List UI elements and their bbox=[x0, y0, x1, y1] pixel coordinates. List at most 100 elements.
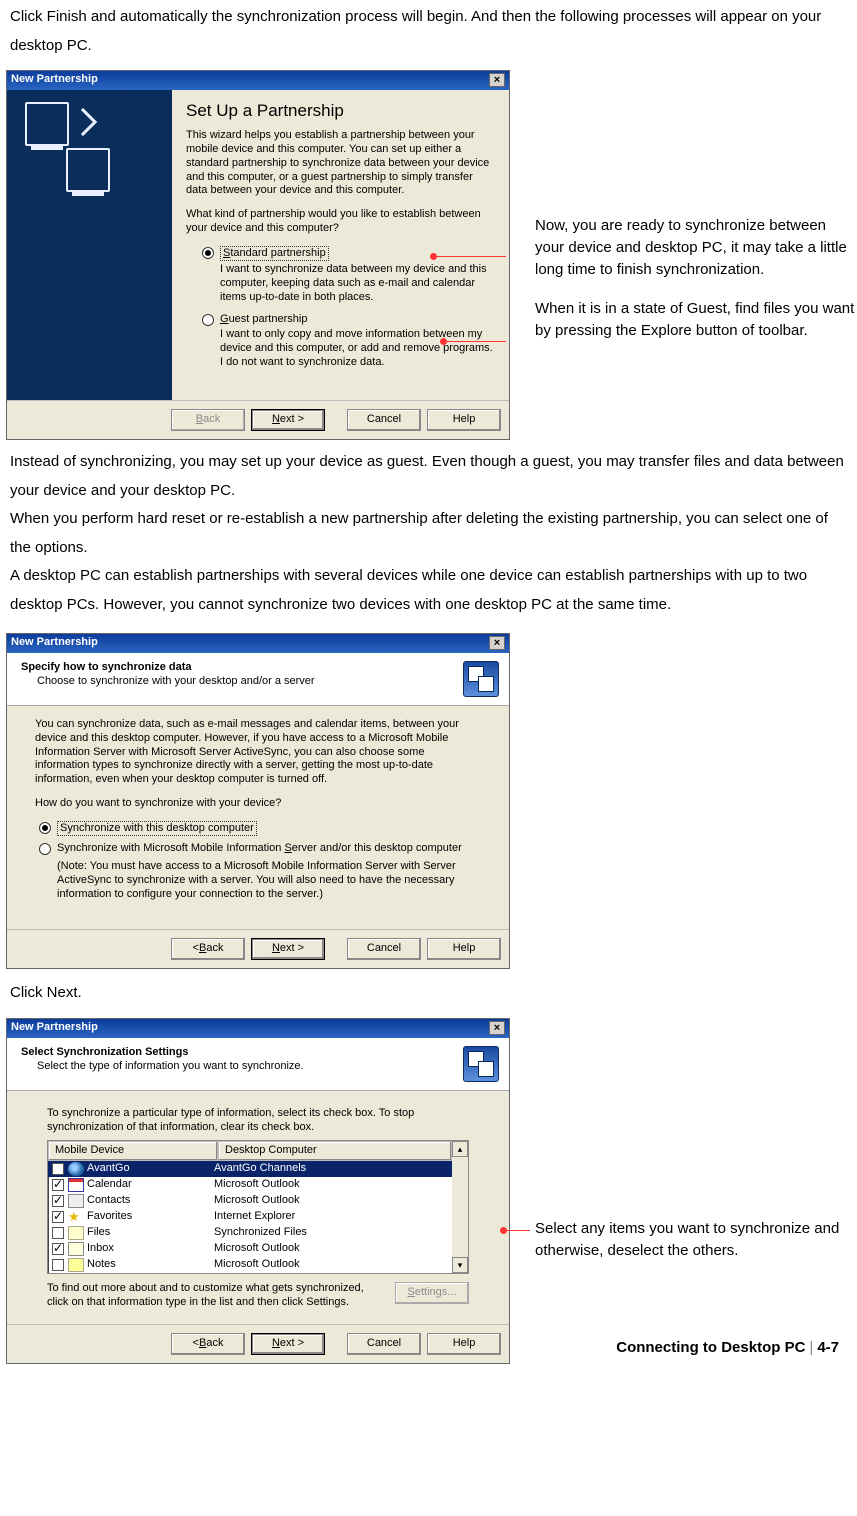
checkbox[interactable] bbox=[52, 1179, 64, 1191]
intro-paragraph: Click Finish and automatically the synch… bbox=[0, 3, 857, 70]
sync-icon bbox=[463, 1046, 499, 1082]
item-name: AvantGo bbox=[87, 1162, 130, 1176]
item-desktop: Microsoft Outlook bbox=[214, 1258, 448, 1272]
sync-note: (Note: You must have access to a Microso… bbox=[57, 860, 481, 901]
scrollbar[interactable]: ▴ ▾ bbox=[452, 1141, 468, 1273]
paragraph-3: When you perform hard reset or re-establ… bbox=[10, 505, 847, 562]
item-desktop: AvantGo Channels bbox=[214, 1162, 448, 1176]
leader-line bbox=[446, 341, 506, 342]
checkbox[interactable] bbox=[52, 1243, 64, 1255]
radio-standard-desc: I want to synchronize data between my de… bbox=[220, 263, 497, 304]
item-desktop: Internet Explorer bbox=[214, 1210, 448, 1224]
callout-sync-ready: Now, you are ready to synchronize betwee… bbox=[535, 215, 857, 280]
page-footer: Connecting to Desktop PC | 4-7 bbox=[0, 1334, 857, 1363]
star-icon: ★ bbox=[68, 1210, 84, 1224]
close-icon[interactable]: × bbox=[489, 636, 505, 650]
dialog-title: New Partnership bbox=[11, 636, 98, 650]
radio-sync-server[interactable]: Synchronize with Microsoft Mobile Inform… bbox=[39, 842, 481, 856]
close-icon[interactable]: × bbox=[489, 1021, 505, 1035]
checkbox[interactable] bbox=[52, 1211, 64, 1223]
list-item[interactable]: Files Synchronized Files bbox=[48, 1225, 452, 1241]
checkbox[interactable] bbox=[52, 1163, 64, 1175]
list-item[interactable]: ★Favorites Internet Explorer bbox=[48, 1209, 452, 1225]
callout-select-items: Select any items you want to synchronize… bbox=[535, 1218, 857, 1262]
col-mobile-device: Mobile Device bbox=[48, 1141, 218, 1161]
leader-line bbox=[436, 256, 506, 257]
dialog-sync-settings: New Partnership × Select Synchronization… bbox=[6, 1018, 510, 1364]
radio-guest-partnership[interactable]: Guest partnership bbox=[202, 313, 497, 327]
contact-icon bbox=[68, 1194, 84, 1208]
item-name: Notes bbox=[87, 1258, 116, 1272]
checkbox[interactable] bbox=[52, 1195, 64, 1207]
item-name: Favorites bbox=[87, 1210, 132, 1224]
notes-icon bbox=[68, 1258, 84, 1272]
next-button[interactable]: Next > bbox=[251, 409, 325, 431]
settings-hint: To find out more about and to customize … bbox=[47, 1282, 383, 1310]
wizard-question: What kind of partnership would you like … bbox=[186, 208, 497, 236]
footer-page-number: 4-7 bbox=[817, 1334, 839, 1363]
wizard-subheading: Select the type of information you want … bbox=[37, 1060, 304, 1074]
sync-items-list[interactable]: Mobile Device Desktop Computer AvantGoAv… bbox=[47, 1140, 469, 1274]
dialog-title: New Partnership bbox=[11, 73, 98, 87]
item-name: Files bbox=[87, 1226, 110, 1240]
titlebar: New Partnership × bbox=[7, 1019, 509, 1038]
list-header: Mobile Device Desktop Computer bbox=[48, 1141, 452, 1161]
titlebar: New Partnership × bbox=[7, 71, 509, 90]
list-item[interactable]: AvantGo AvantGo Channels bbox=[48, 1161, 452, 1177]
back-button[interactable]: Back bbox=[171, 409, 245, 431]
wizard-heading: Specify how to synchronize data bbox=[21, 661, 315, 675]
wizard-subheading: Choose to synchronize with your desktop … bbox=[37, 675, 315, 689]
scroll-down-icon[interactable]: ▾ bbox=[452, 1257, 468, 1273]
radio-standard-partnership[interactable]: Standard partnership bbox=[202, 246, 497, 262]
radio-dot-icon bbox=[39, 822, 51, 834]
next-button[interactable]: Next > bbox=[251, 938, 325, 960]
item-name: Contacts bbox=[87, 1194, 130, 1208]
checkbox[interactable] bbox=[52, 1227, 64, 1239]
paragraph-2: Instead of synchronizing, you may set up… bbox=[10, 448, 847, 505]
paragraph-5: Click Next. bbox=[0, 969, 857, 1018]
help-button[interactable]: Help bbox=[427, 409, 501, 431]
list-item[interactable]: Contacts Microsoft Outlook bbox=[48, 1193, 452, 1209]
item-desktop: Microsoft Outlook bbox=[214, 1178, 448, 1192]
dialog-title: New Partnership bbox=[11, 1021, 98, 1035]
cancel-button[interactable]: Cancel bbox=[347, 938, 421, 960]
calendar-icon bbox=[68, 1178, 84, 1192]
radio-dot-icon bbox=[39, 843, 51, 855]
sync-icon bbox=[463, 661, 499, 697]
wizard-heading: Set Up a Partnership bbox=[186, 100, 497, 121]
close-icon[interactable]: × bbox=[489, 73, 505, 87]
item-desktop: Microsoft Outlook bbox=[214, 1194, 448, 1208]
radio-sync-desktop[interactable]: Synchronize with this desktop computer bbox=[39, 821, 481, 837]
checkbox[interactable] bbox=[52, 1259, 64, 1271]
item-name: Calendar bbox=[87, 1178, 132, 1192]
paragraph-4: A desktop PC can establish partnerships … bbox=[10, 562, 847, 619]
callout-guest-explore: When it is in a state of Guest, find fil… bbox=[535, 298, 857, 342]
back-button[interactable]: < Back bbox=[171, 938, 245, 960]
item-name: Inbox bbox=[87, 1242, 114, 1256]
col-desktop-computer: Desktop Computer bbox=[218, 1141, 452, 1161]
partnership-icon bbox=[25, 102, 135, 192]
settings-button[interactable]: Settings... bbox=[395, 1282, 469, 1304]
radio-dot-icon bbox=[202, 314, 214, 326]
wizard-heading: Select Synchronization Settings bbox=[21, 1046, 304, 1060]
wizard-intro: This wizard helps you establish a partne… bbox=[186, 129, 497, 198]
scroll-up-icon[interactable]: ▴ bbox=[452, 1141, 468, 1157]
help-button[interactable]: Help bbox=[427, 938, 501, 960]
item-desktop: Synchronized Files bbox=[214, 1226, 448, 1240]
list-item[interactable]: Inbox Microsoft Outlook bbox=[48, 1241, 452, 1257]
globe-icon bbox=[68, 1162, 84, 1176]
radio-guest-desc: I want to only copy and move information… bbox=[220, 328, 497, 369]
cancel-button[interactable]: Cancel bbox=[347, 409, 421, 431]
footer-title: Connecting to Desktop PC bbox=[616, 1334, 805, 1363]
dialog-specify-sync: New Partnership × Specify how to synchro… bbox=[6, 633, 510, 969]
radio-dot-icon bbox=[202, 247, 214, 259]
sync-settings-intro: To synchronize a particular type of info… bbox=[47, 1107, 469, 1135]
list-item[interactable]: Calendar Microsoft Outlook bbox=[48, 1177, 452, 1193]
inbox-icon bbox=[68, 1242, 84, 1256]
list-item[interactable]: Notes Microsoft Outlook bbox=[48, 1257, 452, 1273]
wizard-sidebar bbox=[7, 90, 172, 400]
sync-body1: You can synchronize data, such as e-mail… bbox=[35, 718, 481, 787]
sync-body2: How do you want to synchronize with your… bbox=[35, 797, 481, 811]
files-icon bbox=[68, 1226, 84, 1240]
item-desktop: Microsoft Outlook bbox=[214, 1242, 448, 1256]
